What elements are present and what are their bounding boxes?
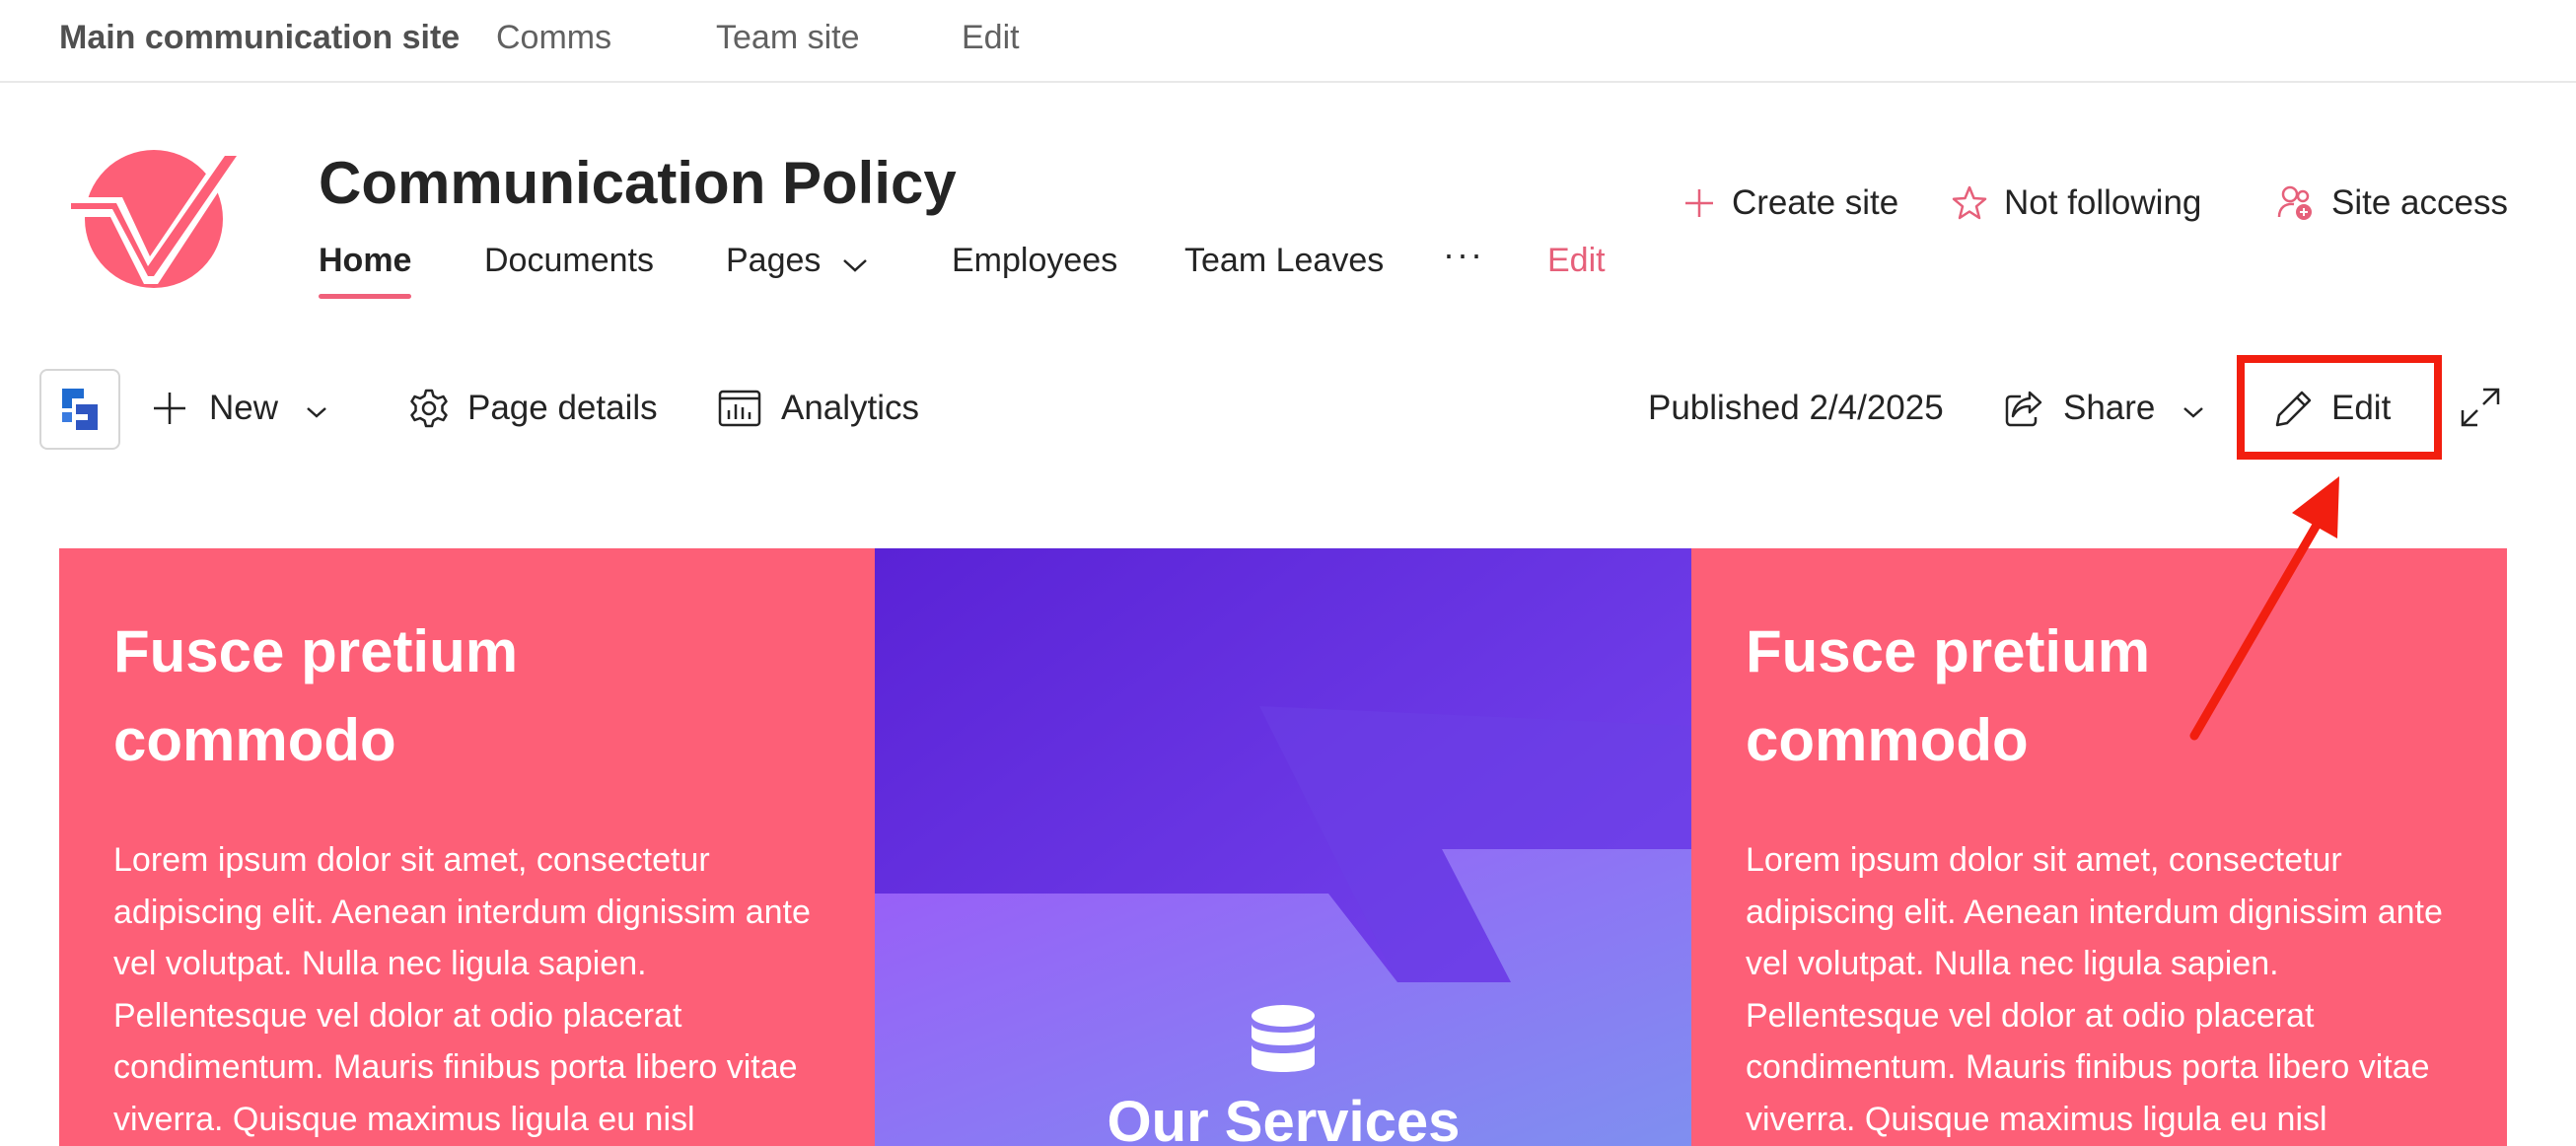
database-icon — [1252, 1005, 1315, 1072]
new-label: New — [209, 389, 279, 427]
nav-item-employees[interactable]: Employees — [952, 239, 1117, 282]
analytics-icon — [718, 390, 761, 427]
follow-label: Not following — [2004, 183, 2202, 222]
plus-icon — [1685, 189, 1713, 217]
hub-item-comms[interactable]: Comms — [496, 18, 611, 57]
edit-highlight-box — [2237, 355, 2442, 460]
site-access-button[interactable]: Site access — [2276, 179, 2508, 227]
more-options-icon[interactable]: ··· — [1443, 233, 1484, 276]
hero-left-body: Lorem ipsum dolor sit amet, consectetur … — [113, 841, 811, 1138]
chevron-down-icon — [306, 385, 327, 432]
gear-icon — [410, 389, 448, 428]
share-button[interactable]: Share — [2004, 385, 2204, 432]
hero-left-title: Fusce pretium commodo — [113, 618, 519, 773]
hero-right-title: Fusce pretium commodo — [1746, 618, 2151, 773]
analytics-label: Analytics — [781, 389, 920, 427]
hub-item-edit[interactable]: Edit — [962, 18, 1020, 57]
hero-right-body: Lorem ipsum dolor sit amet, consectetur … — [1746, 841, 2443, 1138]
star-icon — [1952, 185, 1987, 220]
hub-item-team-site[interactable]: Team site — [716, 18, 860, 57]
follow-button[interactable]: Not following — [1951, 179, 2201, 227]
hero-middle-title: Our Services — [1107, 1090, 1461, 1146]
app-launcher-button[interactable] — [39, 369, 120, 450]
site-logo[interactable] — [63, 146, 247, 290]
expand-button[interactable] — [2460, 387, 2501, 428]
create-site-label: Create site — [1732, 183, 1899, 222]
nav-item-home[interactable]: Home — [319, 239, 412, 299]
create-site-button[interactable]: Create site — [1682, 179, 1898, 227]
chevron-down-icon — [842, 241, 868, 284]
page-details-label: Page details — [467, 389, 658, 427]
analytics-button[interactable]: Analytics — [718, 385, 919, 432]
published-status: Published 2/4/2025 — [1648, 389, 1944, 427]
site-access-label: Site access — [2331, 183, 2508, 222]
nav-edit-link[interactable]: Edit — [1547, 239, 1606, 282]
nav-item-documents[interactable]: Documents — [484, 239, 654, 282]
hero-tile-left[interactable]: Fusce pretium commodo Lorem ipsum dolor … — [59, 548, 876, 1146]
hub-navigation: Main communication site Comms Team site … — [0, 0, 2576, 83]
hub-home-link[interactable]: Main communication site — [59, 18, 460, 57]
hero-tile-right[interactable]: Fusce pretium commodo Lorem ipsum dolor … — [1691, 548, 2507, 1146]
new-button[interactable]: New — [152, 385, 327, 432]
app-icon — [62, 389, 98, 430]
chevron-down-icon — [2182, 385, 2204, 432]
nav-item-pages[interactable]: Pages — [726, 239, 868, 284]
hero-section: Fusce pretium commodo Lorem ipsum dolor … — [59, 548, 2507, 1146]
nav-item-pages-label: Pages — [726, 242, 822, 279]
nav-item-team-leaves[interactable]: Team Leaves — [1184, 239, 1384, 282]
share-icon — [2005, 391, 2042, 427]
people-icon — [2277, 185, 2312, 220]
expand-icon — [2461, 388, 2500, 427]
plus-icon — [154, 393, 185, 424]
site-title[interactable]: Communication Policy — [319, 148, 957, 219]
hero-tile-middle[interactable]: Our Services — [875, 548, 1692, 1146]
page-details-button[interactable]: Page details — [408, 385, 658, 432]
share-label: Share — [2063, 389, 2156, 427]
